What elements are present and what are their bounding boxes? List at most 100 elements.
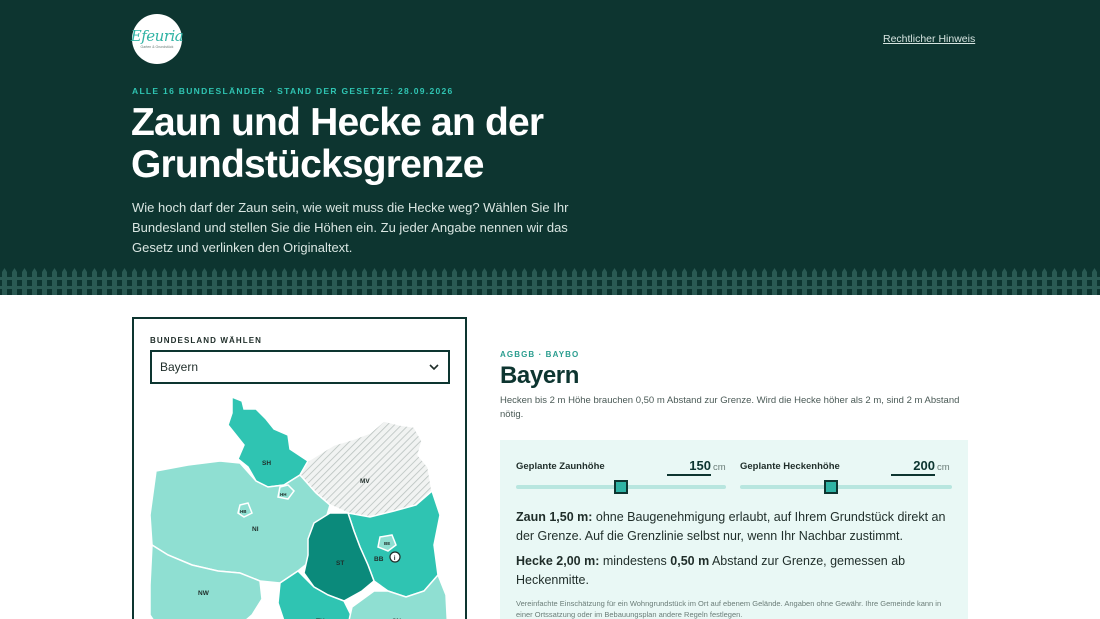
- fence-picket: [72, 268, 77, 295]
- hedge-verdict-distance: 0,50 m: [670, 554, 710, 568]
- fence-picket: [332, 268, 337, 295]
- fence-height-slider[interactable]: [516, 480, 726, 494]
- fence-picket: [62, 268, 67, 295]
- fence-verdict: Zaun 1,50 m: ohne Baugenehmigung erlaubt…: [516, 508, 946, 546]
- fence-picket: [1022, 268, 1027, 295]
- fence-picket: [292, 268, 297, 295]
- logo-tagline: Garten & Grundstück: [140, 44, 174, 49]
- fence-picket: [822, 268, 827, 295]
- fence-picket: [922, 268, 927, 295]
- fence-picket: [302, 268, 307, 295]
- fence-picket: [882, 268, 887, 295]
- fence-picket: [12, 268, 17, 295]
- germany-map: SH MV HH HB NI BE BB ST NW TH SN i: [149, 395, 448, 619]
- state-selector-card: Bundesland wählen Bayern: [132, 317, 467, 619]
- hedge-verdict-head: Hecke 2,00 m:: [516, 554, 600, 568]
- fence-picket: [2, 268, 7, 295]
- fence-picket: [812, 268, 817, 295]
- fence-picket: [1082, 268, 1087, 295]
- fence-picket: [972, 268, 977, 295]
- fence-picket: [1092, 268, 1097, 295]
- fence-picket: [712, 268, 717, 295]
- result-state-name: Bayern: [500, 362, 579, 389]
- map-label-nw: NW: [198, 590, 210, 597]
- fence-picket: [152, 268, 157, 295]
- fence-picket: [422, 268, 427, 295]
- fence-picket: [92, 268, 97, 295]
- hedge-height-slider[interactable]: [740, 480, 952, 494]
- fence-picket: [792, 268, 797, 295]
- legal-notice-link[interactable]: Rechtlicher Hinweis: [883, 33, 975, 45]
- fence-picket: [622, 268, 627, 295]
- fence-picket: [742, 268, 747, 295]
- fence-picket: [1062, 268, 1067, 295]
- fence-picket: [782, 268, 787, 295]
- disclaimer: Vereinfachte Einschätzung für ein Wohngr…: [516, 599, 942, 619]
- fence-picket: [472, 268, 477, 295]
- fence-picket: [562, 268, 567, 295]
- state-select[interactable]: Bayern: [150, 350, 450, 384]
- fence-verdict-head: Zaun 1,50 m:: [516, 510, 593, 524]
- fence-picket: [932, 268, 937, 295]
- logo-wordmark: Efeuria: [130, 26, 184, 45]
- fence-picket: [672, 268, 677, 295]
- fence-picket: [662, 268, 667, 295]
- fence-picket: [1012, 268, 1017, 295]
- fence-picket: [502, 268, 507, 295]
- fence-picket: [392, 268, 397, 295]
- height-calculator: Geplante Zaunhöhe 150 cm Geplante Hecken…: [500, 440, 968, 619]
- fence-picket: [592, 268, 597, 295]
- fence-picket: [452, 268, 457, 295]
- fence-picket: [372, 268, 377, 295]
- fence-picket: [442, 268, 447, 295]
- fence-picket: [762, 268, 767, 295]
- fence-picket: [52, 268, 57, 295]
- fence-height-input[interactable]: 150: [667, 458, 711, 476]
- fence-slider-handle[interactable]: [614, 480, 628, 494]
- fence-picket: [752, 268, 757, 295]
- fence-picket: [262, 268, 267, 295]
- hedge-slider-handle[interactable]: [824, 480, 839, 494]
- fence-picket: [182, 268, 187, 295]
- fence-picket: [982, 268, 987, 295]
- fence-picket: [402, 268, 407, 295]
- fence-picket: [652, 268, 657, 295]
- fence-picket: [482, 268, 487, 295]
- fence-picket: [942, 268, 947, 295]
- info-icon-glyph: i: [394, 555, 396, 562]
- hedge-height-unit: cm: [937, 462, 950, 473]
- state-select-value: Bayern: [160, 360, 199, 374]
- fence-picket: [512, 268, 517, 295]
- fence-picket: [282, 268, 287, 295]
- hedge-verdict: Hecke 2,00 m: mindestens 0,50 m Abstand …: [516, 552, 946, 590]
- hedge-height-input[interactable]: 200: [891, 458, 935, 476]
- fence-picket: [722, 268, 727, 295]
- hedge-height-label: Geplante Heckenhöhe: [740, 461, 840, 472]
- fence-picket: [342, 268, 347, 295]
- fence-picket: [1072, 268, 1077, 295]
- fence-picket: [462, 268, 467, 295]
- fence-picket: [862, 268, 867, 295]
- fence-picket: [602, 268, 607, 295]
- fence-picket: [802, 268, 807, 295]
- fence-picket: [322, 268, 327, 295]
- fence-picket: [612, 268, 617, 295]
- info-icon[interactable]: i: [389, 551, 401, 563]
- map-label-ni: NI: [252, 526, 259, 533]
- fence-picket: [772, 268, 777, 295]
- map-label-bb: BB: [374, 556, 384, 563]
- fence-picket: [252, 268, 257, 295]
- fence-picket: [352, 268, 357, 295]
- brand-logo[interactable]: Efeuria Garten & Grundstück: [130, 14, 184, 64]
- fence-picket: [692, 268, 697, 295]
- fence-picket: [42, 268, 47, 295]
- fence-picket: [412, 268, 417, 295]
- fence-picket: [202, 268, 207, 295]
- hedge-verdict-pre: mindestens: [599, 554, 671, 568]
- fence-picket: [552, 268, 557, 295]
- fence-picket: [112, 268, 117, 295]
- fence-picket: [682, 268, 687, 295]
- map-label-sh: SH: [262, 460, 271, 467]
- fence-picket: [572, 268, 577, 295]
- chevron-down-icon: [429, 364, 439, 371]
